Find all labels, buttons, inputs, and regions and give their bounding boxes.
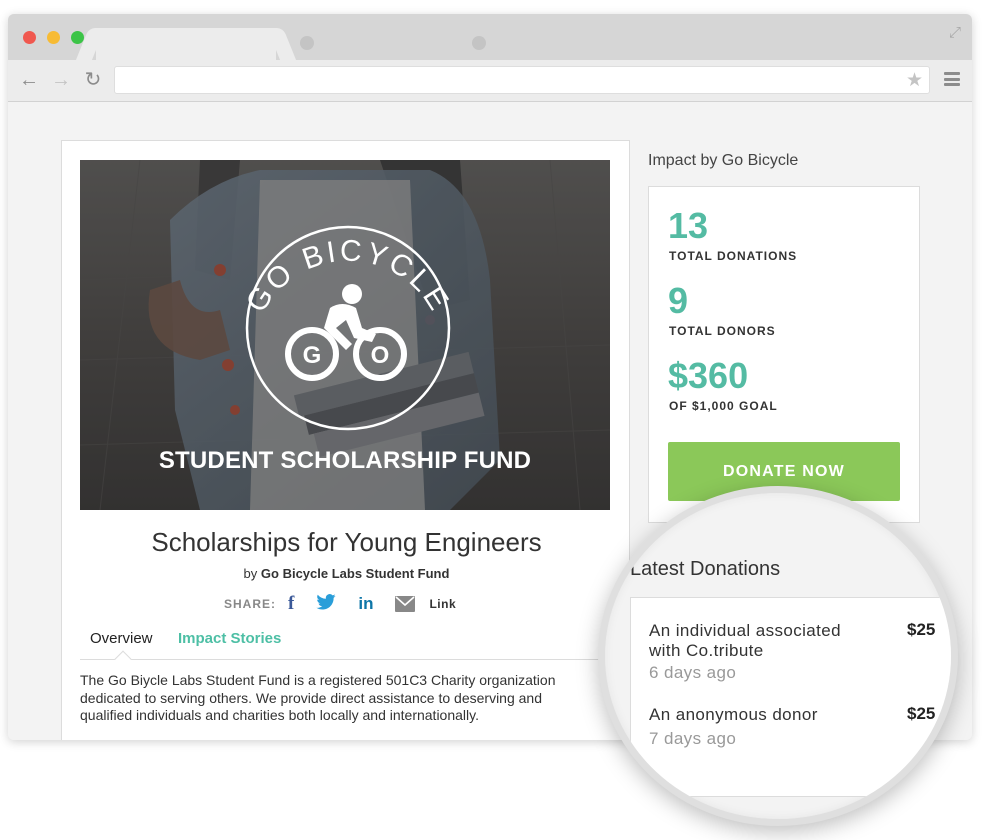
impact-heading: Impact by Go Bicycle: [648, 152, 799, 169]
byline-prefix: by: [243, 566, 258, 581]
hero-image: GO BICYCLE G O STUDENT SCHOLARSHIP FUND: [80, 160, 610, 510]
tab-impact-stories[interactable]: Impact Stories: [178, 630, 281, 647]
total-donors-label: TOTAL DONORS: [669, 324, 776, 338]
donation-time: 6 days ago: [649, 663, 737, 682]
impact-stats-card: 13 TOTAL DONATIONS 9 TOTAL DONORS $360 O…: [648, 186, 920, 523]
facebook-icon[interactable]: f: [288, 594, 294, 614]
email-icon[interactable]: [395, 596, 416, 612]
tab-overview[interactable]: Overview: [90, 630, 153, 647]
hero-logo-letter-g: G: [303, 342, 322, 369]
hamburger-menu-icon[interactable]: [944, 72, 960, 86]
campaign-description: The Go Biycle Labs Student Fund is a reg…: [80, 672, 556, 723]
forward-arrow-icon[interactable]: →: [48, 67, 74, 93]
close-window-button[interactable]: [23, 31, 36, 44]
total-donors-value: 9: [668, 280, 689, 321]
star-icon[interactable]: ★: [906, 69, 923, 92]
browser-tab-inactive[interactable]: [300, 36, 314, 50]
donation-amount: $25: [907, 620, 936, 639]
hero-logo-letter-o: O: [371, 342, 390, 369]
donation-time: 7 days ago: [649, 729, 737, 748]
magnifier-lens: Latest Donations An individual associate…: [598, 486, 958, 826]
byline-organization[interactable]: Go Bicycle Labs Student Fund: [261, 566, 450, 581]
title-bar: ⤢: [8, 14, 972, 62]
campaign-byline: by Go Bicycle Labs Student Fund: [62, 566, 631, 581]
campaign-title: Scholarships for Young Engineers: [151, 527, 542, 557]
twitter-icon[interactable]: [316, 593, 336, 615]
latest-donations-card: An individual associated with Co.tribute…: [630, 597, 951, 797]
raised-amount-value: $360: [668, 355, 749, 396]
hero-title: STUDENT SCHOLARSHIP FUND: [158, 447, 532, 474]
campaign-card: GO BICYCLE G O STUDENT SCHOLARSHIP FUND …: [61, 140, 630, 740]
browser-tab-inactive[interactable]: [472, 36, 486, 50]
goal-label: OF $1,000 GOAL: [669, 399, 778, 413]
browser-tab-active[interactable]: [96, 28, 276, 62]
total-donations-label: TOTAL DONATIONS: [669, 249, 798, 263]
back-arrow-icon[interactable]: ←: [16, 67, 42, 93]
minimize-window-button[interactable]: [47, 31, 60, 44]
latest-donations-heading: Latest Donations: [630, 558, 781, 580]
donation-donor-name: An individual associated with Co.tribute: [649, 621, 841, 661]
share-bar: SHARE: f in Link: [224, 593, 456, 615]
donor-name-line: An individual associated: [649, 621, 841, 640]
donation-amount: $25: [907, 704, 936, 723]
browser-toolbar: ← → ↻ ★: [8, 60, 972, 102]
linkedin-icon[interactable]: in: [358, 594, 373, 614]
donor-name-line: with Co.tribute: [649, 641, 764, 660]
active-tab-indicator: [114, 650, 132, 668]
campaign-tabs: Overview Impact Stories: [80, 624, 610, 668]
share-link[interactable]: Link: [429, 597, 456, 611]
share-label: SHARE:: [224, 597, 277, 611]
reload-icon[interactable]: ↻: [80, 67, 106, 93]
donation-donor-name: An anonymous donor: [649, 705, 818, 724]
address-bar[interactable]: ★: [114, 66, 930, 94]
total-donations-value: 13: [668, 205, 709, 246]
fullscreen-icon[interactable]: ⤢: [946, 24, 964, 42]
